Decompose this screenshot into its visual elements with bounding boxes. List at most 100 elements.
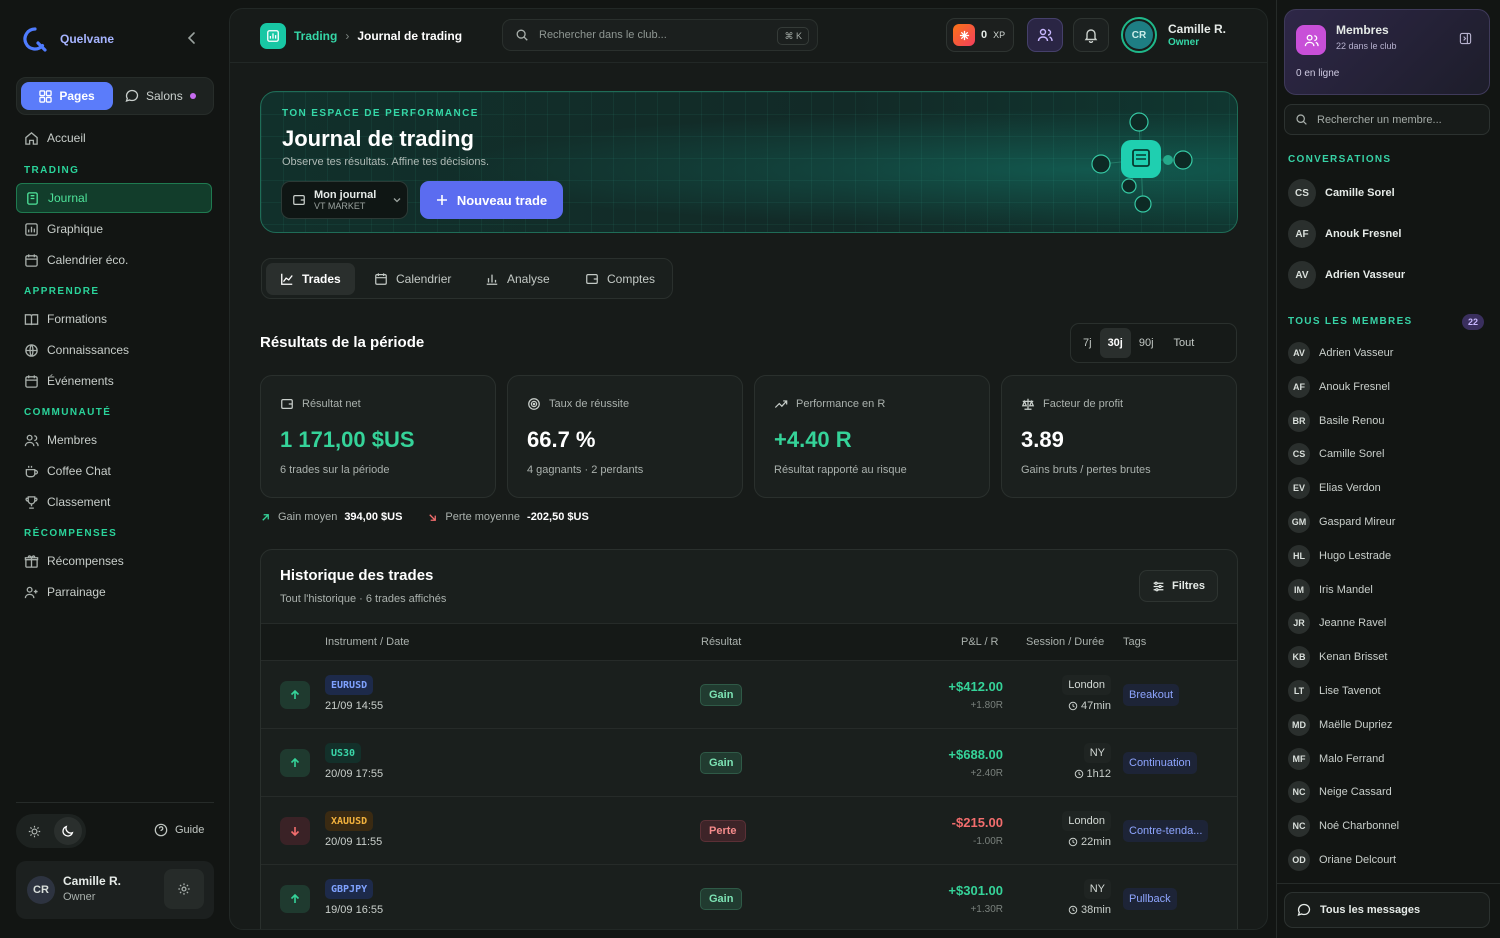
segment-pages-label: Pages (59, 89, 95, 103)
panel-toggle-button[interactable] (1459, 32, 1472, 45)
member-item[interactable]: HL Hugo Lestrade (1288, 544, 1391, 567)
member-item[interactable]: GM Gaspard Mireur (1288, 511, 1395, 533)
sidebar-item-classement[interactable]: Classement (16, 487, 212, 517)
col-instrument[interactable]: Instrument / Date (325, 636, 409, 648)
chevron-down-icon (393, 198, 401, 203)
journal-select-title: Mon journal (314, 189, 377, 201)
member-item[interactable]: JR Jeanne Ravel (1288, 612, 1386, 635)
sidebar-item-label: Formations (47, 312, 108, 326)
kpi-sub: 6 trades sur la période (280, 464, 390, 476)
segment-salons[interactable]: Salons (125, 82, 196, 110)
tag-chip[interactable]: Continuation (1123, 752, 1197, 774)
hero-eyebrow: TON ESPACE DE PERFORMANCE (282, 108, 479, 119)
range-tout[interactable]: Tout (1162, 328, 1207, 358)
range-90j[interactable]: 90j (1131, 328, 1162, 358)
tag-chip[interactable]: Contre-tenda... (1123, 820, 1209, 842)
gift-icon (24, 554, 39, 568)
breadcrumb-item[interactable]: Trading (294, 29, 337, 43)
segment-salons-label: Salons (146, 89, 183, 103)
table-row[interactable]: US30 20/09 17:55 Gain +$688.00 +2.40R NY… (261, 729, 1237, 797)
kpi-value: 3.89 (1021, 427, 1064, 452)
members-panel: Membres 22 dans le club 0 en ligne Reche… (1276, 0, 1500, 938)
chart-icon (25, 222, 38, 236)
member-item[interactable]: CS Camille Sorel (1288, 443, 1384, 466)
member-item[interactable]: BR Basile Renou (1288, 409, 1384, 432)
member-item[interactable]: AV Adrien Vasseur (1288, 342, 1393, 364)
brand[interactable]: Quelvane (22, 26, 114, 52)
sidebar-item-calendrier-eco[interactable]: Calendrier éco. (16, 245, 212, 275)
avatar: AV (1288, 342, 1310, 364)
tag-chip[interactable]: Breakout (1123, 684, 1180, 706)
breadcrumb-current: Journal de trading (357, 29, 463, 43)
tab-comptes[interactable]: Comptes (571, 263, 669, 295)
search-icon (1296, 114, 1307, 125)
sidebar-item-graphique[interactable]: Graphique (16, 214, 212, 244)
member-item[interactable]: EV Elias Verdon (1288, 477, 1381, 500)
guide-button[interactable]: Guide (154, 823, 204, 837)
member-search-input[interactable]: Rechercher un membre... (1284, 104, 1490, 135)
logo-icon (23, 27, 47, 52)
member-item[interactable]: OD Oriane Delcourt (1288, 849, 1396, 871)
conversation-item[interactable]: AF Anouk Fresnel (1288, 219, 1401, 249)
avatar: EV (1288, 477, 1310, 500)
tab-trades[interactable]: Trades (266, 263, 355, 295)
dark-mode-button[interactable] (54, 817, 82, 845)
user-avatar[interactable]: CR (1121, 17, 1157, 53)
target-icon (528, 398, 540, 410)
sidebar-item-accueil[interactable]: Accueil (16, 123, 212, 153)
chat-bubble-icon (125, 89, 139, 103)
avg-loss-value: -202,50 $US (527, 511, 589, 523)
sidebar-item-formations[interactable]: Formations (16, 304, 212, 334)
member-item[interactable]: MF Malo Ferrand (1288, 747, 1384, 770)
notifications-button[interactable] (1073, 18, 1109, 52)
segment-pages[interactable]: Pages (21, 82, 113, 110)
member-item[interactable]: AF Anouk Fresnel (1288, 375, 1390, 398)
sidebar-item-parrainage[interactable]: Parrainage (16, 577, 212, 607)
col-session[interactable]: Session / Durée (1026, 636, 1104, 648)
members-toggle-button[interactable] (1027, 18, 1063, 52)
theme-toggle[interactable] (16, 814, 86, 848)
table-row[interactable]: EURUSD 21/09 14:55 Gain +$412.00 +1.80R … (261, 661, 1237, 729)
member-item[interactable]: LT Lise Tavenot (1288, 680, 1381, 702)
sidebar-item-evenements[interactable]: Événements (16, 366, 212, 396)
member-item[interactable]: NC Noé Charbonnel (1288, 815, 1399, 838)
clock-icon (1068, 905, 1078, 915)
tag-chip[interactable]: Pullback (1123, 888, 1177, 910)
sidebar-item-recompenses[interactable]: Récompenses (16, 546, 212, 576)
arrow-up-icon (280, 885, 310, 913)
member-item[interactable]: IM Iris Mandel (1288, 578, 1373, 601)
table-row[interactable]: GBPJPY 19/09 16:55 Gain +$301.00 +1.30R … (261, 865, 1237, 929)
member-item[interactable]: KB Kenan Brisset (1288, 646, 1387, 669)
col-result[interactable]: Résultat (701, 636, 741, 648)
conversation-item[interactable]: CS Camille Sorel (1288, 178, 1395, 208)
sidebar-item-coffee-chat[interactable]: Coffee Chat (16, 456, 212, 486)
app-name: Quelvane (60, 32, 115, 46)
unread-dot (189, 93, 196, 99)
range-30j[interactable]: 30j (1099, 328, 1131, 358)
filters-button[interactable]: Filtres (1139, 570, 1218, 602)
new-trade-button[interactable]: Nouveau trade (420, 181, 563, 219)
range-7j[interactable]: 7j (1075, 328, 1100, 358)
member-item[interactable]: NC Neige Cassard (1288, 781, 1392, 804)
journal-select[interactable]: Mon journal VT MARKET (281, 181, 408, 219)
light-mode-button[interactable] (20, 817, 48, 845)
sidebar-item-journal[interactable]: Journal (16, 183, 212, 213)
trade-pnl: -$215.00 (951, 815, 1003, 830)
trading-icon (260, 23, 286, 49)
user-settings-button[interactable] (164, 869, 204, 909)
col-tags[interactable]: Tags (1123, 636, 1146, 648)
sidebar-item-membres[interactable]: Membres (16, 425, 212, 455)
member-item[interactable]: MD Maëlle Dupriez (1288, 713, 1392, 736)
tab-analyse[interactable]: Analyse (471, 263, 564, 295)
avg-gain-label: Gain moyen (278, 511, 338, 523)
table-row[interactable]: XAUUSD 20/09 11:55 Perte -$215.00 -1.00R… (261, 797, 1237, 865)
xp-badge[interactable]: 0 XP (946, 18, 1014, 52)
all-messages-button[interactable]: Tous les messages (1284, 892, 1490, 928)
tab-calendrier[interactable]: Calendrier (360, 263, 465, 295)
sidebar-item-connaissances[interactable]: Connaissances (16, 335, 212, 365)
search-input[interactable]: Rechercher dans le club... ⌘ K (502, 19, 818, 51)
conversation-item[interactable]: AV Adrien Vasseur (1288, 260, 1405, 290)
user-card[interactable]: CR Camille R. Owner (16, 861, 214, 919)
collapse-sidebar-button[interactable] (184, 30, 200, 46)
col-pnl[interactable]: P&L / R (961, 636, 999, 648)
